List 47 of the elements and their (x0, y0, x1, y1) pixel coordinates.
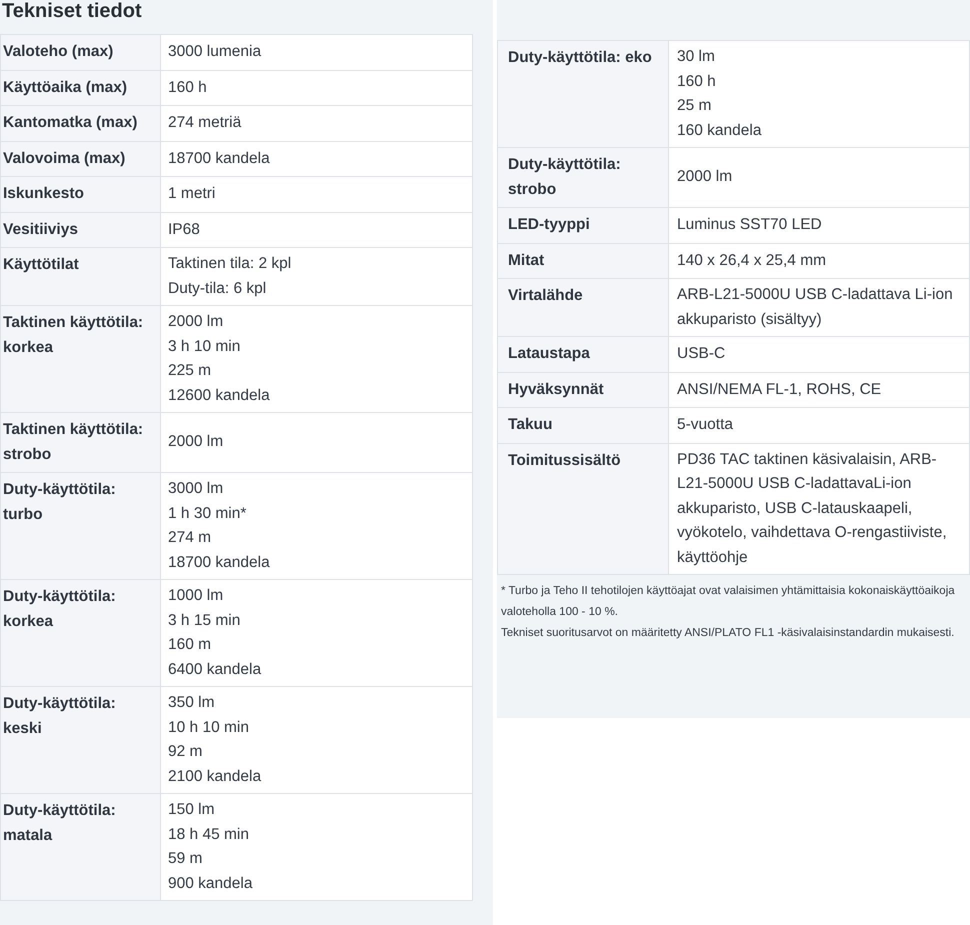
spec-label: Mitat (498, 243, 668, 278)
spec-value: 350 lm 10 h 10 min 92 m 2100 kandela (160, 686, 472, 794)
spec-label: Kantomatka (max) (0, 106, 160, 141)
spec-value: 2000 lm 3 h 10 min 225 m 12600 kandela (160, 306, 472, 412)
spec-label: Duty-käyttötila: korkea (0, 580, 160, 686)
spec-value: Taktinen tila: 2 kpl Duty-tila: 6 kpl (160, 248, 472, 306)
spec-value: 1000 lm 3 h 15 min 160 m 6400 kandela (160, 580, 472, 686)
spec-label: Käyttöaika (max) (0, 70, 160, 106)
spec-value: 160 h (160, 70, 472, 106)
spec-label: LED-tyyppi (498, 208, 668, 243)
spec-label: Vesitiiviys (0, 212, 160, 248)
section-title: Tekniset tiedot (1, 0, 143, 24)
spec-value: 18700 kandela (160, 141, 472, 176)
spec-value: 5-vuotta (668, 408, 970, 443)
spec-value: ARB-L21-5000U USB C-ladattava Li-ion akkuparisto (sisältyy) (668, 278, 970, 336)
spec-label: Valovoima (max) (0, 141, 160, 176)
spec-label: Duty-käyttötila: strobo (498, 148, 668, 208)
spec-value: 2000 lm (668, 148, 970, 208)
spec-value: 150 lm 18 h 45 min 59 m 900 kandela (160, 794, 472, 900)
spec-label: Duty-käyttötila: keski (0, 686, 160, 794)
spec-label: Taktinen käyttötila: strobo (0, 412, 160, 472)
spec-label: Valoteho (max) (0, 34, 160, 70)
spec-label: Takuu (498, 408, 668, 443)
spec-label: Taktinen käyttötila: korkea (0, 306, 160, 412)
spec-value: Luminus SST70 LED (668, 208, 970, 243)
spec-value: ANSI/NEMA FL-1, ROHS, CE (668, 372, 970, 408)
spec-label: Duty-käyttötila: turbo (0, 472, 160, 580)
spec-label: Lataustapa (498, 336, 668, 372)
footnote: Tekniset suoritusarvot on määritetty ANSI/PLATO FL1 -käsivalaisinstandardin mukaisesti. (501, 626, 956, 641)
spec-value: IP68 (160, 212, 472, 248)
spec-value: 140 x 26,4 x 25,4 mm (668, 243, 970, 278)
spec-label: Toimitussisältö (498, 443, 668, 574)
spec-value: 3000 lm 1 h 30 min* 274 m 18700 kandela (160, 472, 472, 580)
footnote: * Turbo ja Teho II tehotilojen käyttöajat ovat valaisimen yhtämittaisia kokonaiskäyttöaikoja valoteholla 100 - 10 %. (501, 584, 956, 620)
spec-label: Iskunkesto (0, 176, 160, 212)
spec-value: USB-C (668, 336, 970, 372)
spec-value: 274 metriä (160, 106, 472, 141)
spec-value: 3000 lumenia (160, 34, 472, 70)
spec-label: Hyväksynnät (498, 372, 668, 408)
spec-value: 2000 lm (160, 412, 472, 472)
spec-label: Virtalähde (498, 278, 668, 336)
spec-label: Käyttötilat (0, 248, 160, 306)
spec-value: PD36 TAC taktinen käsivalaisin, ARB-L21-5000U USB C-ladattavaLi-ion akkuparisto, USB C-latauskaapeli, vyökotelo, vaihdettava O-rengastiiviste, käyttöohje (668, 443, 970, 574)
spec-value: 30 lm 160 h 25 m 160 kandela (668, 40, 970, 148)
spec-label: Duty-käyttötila: matala (0, 794, 160, 900)
spec-label: Duty-käyttötila: eko (498, 40, 668, 148)
spec-value: 1 metri (160, 176, 472, 212)
